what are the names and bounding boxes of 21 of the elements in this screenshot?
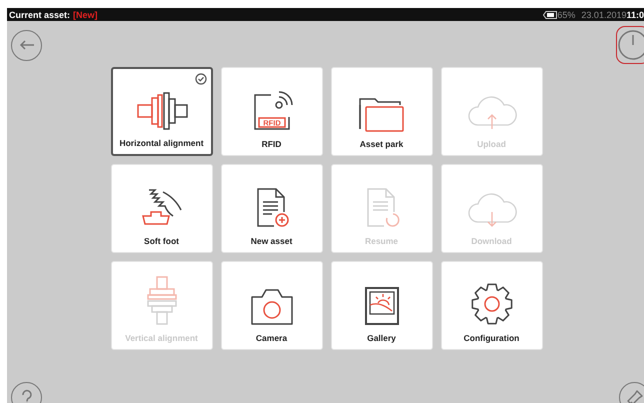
menu-tile[interactable]: Camera xyxy=(220,261,322,350)
date-text: 23.01.2019 xyxy=(581,10,626,20)
time-text: 11:0 xyxy=(626,10,644,20)
menu-tile[interactable]: New asset xyxy=(220,164,322,253)
gear-icon xyxy=(468,281,514,327)
question-mark-icon xyxy=(20,388,34,403)
menu-tile[interactable]: Asset park xyxy=(330,67,432,156)
back-arrow-icon xyxy=(18,39,34,51)
menu-tile[interactable]: Gallery xyxy=(330,261,432,350)
battery-icon xyxy=(543,10,558,18)
back-button[interactable] xyxy=(11,30,42,60)
power-icon xyxy=(617,29,644,61)
flashlight-icon xyxy=(626,388,644,403)
battery-percent: 65% xyxy=(557,10,576,20)
current-asset-value: [New] xyxy=(73,10,98,20)
menu-tile[interactable]: Configuration xyxy=(440,261,542,350)
menu-tile[interactable]: Soft foot xyxy=(110,164,212,253)
menu-tile[interactable]: Horizontal alignment xyxy=(110,67,212,156)
power-button[interactable] xyxy=(616,26,644,64)
check-icon xyxy=(194,73,206,85)
current-asset-label: Current asset: xyxy=(9,10,70,20)
